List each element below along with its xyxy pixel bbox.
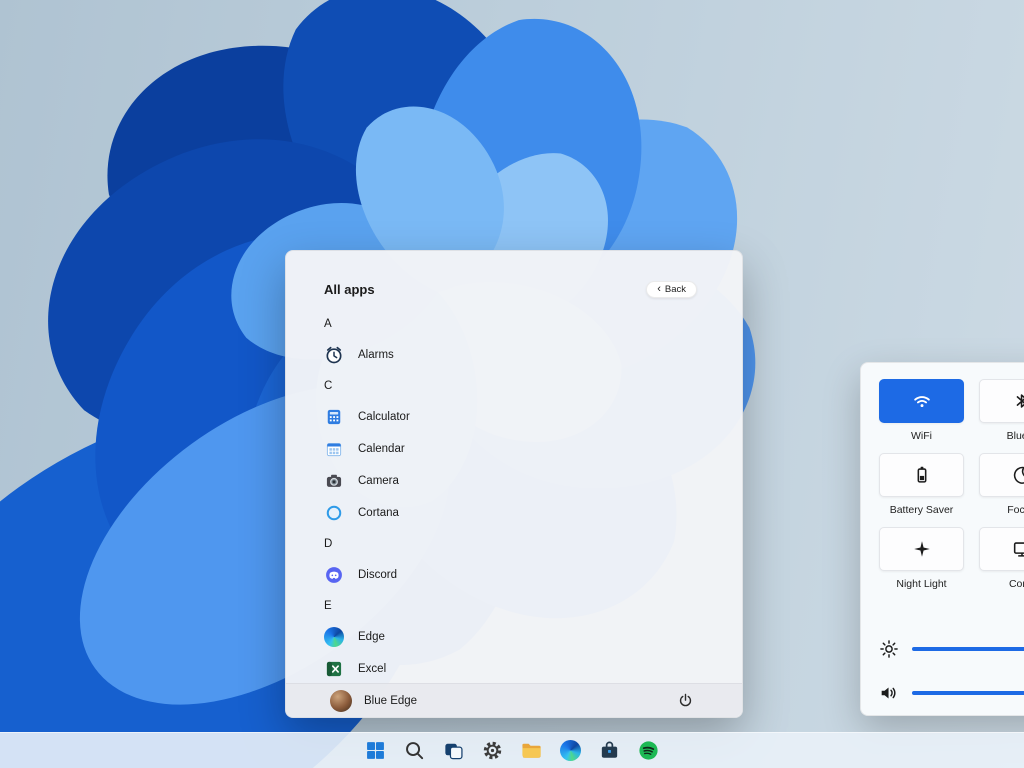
start-button[interactable]: [361, 736, 391, 766]
app-row-alarms[interactable]: Alarms: [324, 339, 722, 371]
focus-button[interactable]: [979, 453, 1024, 497]
app-label: Cortana: [358, 507, 399, 519]
app-label: Camera: [358, 475, 399, 487]
app-row-camera[interactable]: Camera: [324, 465, 722, 497]
folder-icon: [520, 739, 543, 762]
store-button[interactable]: [595, 736, 625, 766]
quick-settings-tiles: WiFi Blueto Battery Sa: [879, 379, 1024, 590]
edge-icon: [324, 627, 344, 647]
tile-connect: Conn: [979, 527, 1024, 590]
edge-icon: [560, 740, 581, 761]
app-label: Calculator: [358, 411, 410, 423]
start-menu-footer: Blue Edge: [286, 683, 742, 717]
tile-label: Battery Saver: [890, 504, 954, 516]
night-light-button[interactable]: [879, 527, 964, 571]
back-button[interactable]: ‹ Back: [646, 281, 697, 298]
tile-bluetooth: Blueto: [979, 379, 1024, 442]
bluetooth-icon: [1011, 390, 1024, 412]
spotify-button[interactable]: [634, 736, 664, 766]
back-label: Back: [665, 284, 686, 295]
power-icon: [677, 692, 694, 709]
app-row-cortana[interactable]: Cortana: [324, 497, 722, 529]
task-view-icon: [442, 739, 465, 762]
connect-button[interactable]: [979, 527, 1024, 571]
app-list: A Alarms C: [324, 309, 722, 682]
calculator-icon: [324, 407, 344, 427]
store-icon: [598, 739, 621, 762]
moon-icon: [1011, 464, 1024, 486]
letter-header-c[interactable]: C: [324, 371, 722, 401]
tile-label: Night Light: [896, 578, 946, 590]
task-view-button[interactable]: [439, 736, 469, 766]
app-row-excel[interactable]: Excel: [324, 653, 722, 682]
brightness-slider[interactable]: [912, 647, 1024, 651]
app-row-discord[interactable]: Discord: [324, 559, 722, 591]
night-light-icon: [911, 538, 933, 560]
battery-icon: [911, 464, 933, 486]
calendar-icon: [324, 439, 344, 459]
quick-settings-panel: WiFi Blueto Battery Sa: [860, 362, 1024, 716]
camera-icon: [324, 471, 344, 491]
tile-label: WiFi: [911, 430, 932, 442]
tile-night-light: Night Light: [879, 527, 964, 590]
volume-icon: [878, 682, 900, 704]
user-name: Blue Edge: [364, 695, 417, 707]
app-label: Alarms: [358, 349, 394, 361]
app-row-calendar[interactable]: Calendar: [324, 433, 722, 465]
start-menu-all-apps-panel: All apps ‹ Back A Alarms C: [285, 250, 743, 718]
bluetooth-button[interactable]: [979, 379, 1024, 423]
power-button[interactable]: [672, 688, 698, 714]
chevron-left-icon: ‹: [657, 284, 661, 295]
file-explorer-button[interactable]: [517, 736, 547, 766]
tile-wifi: WiFi: [879, 379, 964, 442]
volume-slider[interactable]: [912, 691, 1024, 695]
tile-label: Blueto: [1007, 430, 1024, 442]
app-label: Calendar: [358, 443, 405, 455]
edge-button[interactable]: [556, 736, 586, 766]
tile-label: Focus: [1007, 504, 1024, 516]
cortana-icon: [324, 503, 344, 523]
brightness-slider-row: [878, 636, 1024, 662]
all-apps-title: All apps: [324, 282, 375, 297]
app-label: Excel: [358, 663, 386, 675]
tile-focus: Focus: [979, 453, 1024, 516]
spotify-icon: [637, 739, 660, 762]
wifi-icon: [911, 390, 933, 412]
search-icon: [403, 739, 426, 762]
app-label: Discord: [358, 569, 397, 581]
app-row-calculator[interactable]: Calculator: [324, 401, 722, 433]
volume-slider-row: [878, 680, 1024, 706]
letter-header-d[interactable]: D: [324, 529, 722, 559]
wifi-button[interactable]: [879, 379, 964, 423]
letter-header-a[interactable]: A: [324, 309, 722, 339]
connect-icon: [1011, 538, 1024, 560]
tile-battery-saver: Battery Saver: [879, 453, 964, 516]
brightness-icon: [878, 638, 900, 660]
excel-icon: [324, 659, 344, 679]
user-profile-button[interactable]: Blue Edge: [330, 690, 417, 712]
app-label: Edge: [358, 631, 385, 643]
search-button[interactable]: [400, 736, 430, 766]
letter-header-e[interactable]: E: [324, 591, 722, 621]
tile-label: Conn: [1009, 578, 1024, 590]
taskbar: [0, 732, 1024, 768]
avatar: [330, 690, 352, 712]
settings-button[interactable]: [478, 736, 508, 766]
app-row-edge[interactable]: Edge: [324, 621, 722, 653]
windows-start-icon: [364, 739, 387, 762]
alarms-icon: [324, 345, 344, 365]
gear-icon: [481, 739, 504, 762]
discord-icon: [324, 565, 344, 585]
battery-saver-button[interactable]: [879, 453, 964, 497]
